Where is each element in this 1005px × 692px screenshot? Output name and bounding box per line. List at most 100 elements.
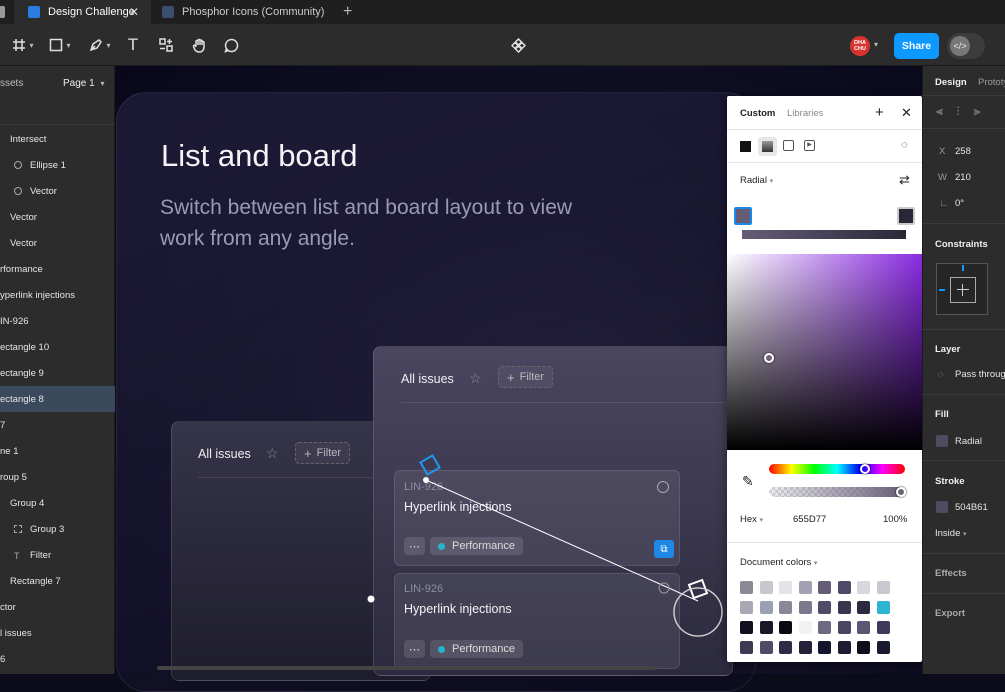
home-icon[interactable] — [0, 6, 5, 18]
document-color-swatch[interactable] — [876, 641, 890, 654]
layer-row[interactable]: 6 — [0, 646, 115, 672]
saturation-brightness-area[interactable] — [727, 254, 922, 450]
document-color-swatch[interactable] — [798, 621, 812, 634]
align-icons[interactable]: ⫷⫶⫸ — [936, 104, 995, 119]
effects-heading[interactable]: Effects — [935, 568, 967, 579]
gradient-stop-start[interactable] — [734, 207, 752, 225]
document-color-swatch[interactable] — [876, 581, 890, 594]
tab-custom[interactable]: Custom — [740, 108, 775, 119]
layer-row[interactable]: ectangle 8 — [0, 386, 115, 412]
stroke-position-select[interactable]: Inside ▾ — [935, 528, 967, 539]
document-colors-select[interactable]: Document colors ▾ — [740, 557, 817, 568]
gradient-type-select[interactable]: Radial ▾ — [740, 175, 773, 186]
hue-slider[interactable] — [769, 464, 905, 474]
assets-tab[interactable]: ssets — [0, 78, 23, 89]
layer-row[interactable]: roup 5 — [0, 464, 115, 490]
document-color-swatch[interactable] — [740, 621, 753, 634]
document-color-swatch[interactable] — [818, 601, 831, 614]
document-color-swatch[interactable] — [837, 601, 851, 614]
document-color-swatch[interactable] — [818, 621, 831, 634]
w-input[interactable]: 210 — [955, 172, 971, 183]
gradient-start-handle[interactable] — [419, 454, 441, 476]
layer-row[interactable]: Rectangle 7 — [0, 568, 115, 594]
document-color-swatch[interactable] — [857, 581, 870, 594]
gradient-start-point[interactable] — [423, 477, 429, 483]
document-color-swatch[interactable] — [818, 581, 831, 594]
tab-libraries[interactable]: Libraries — [787, 108, 823, 119]
document-color-swatch[interactable] — [798, 601, 812, 614]
document-color-swatch[interactable] — [740, 581, 753, 594]
layer-row[interactable]: T Filter — [0, 542, 115, 568]
dev-mode-toggle[interactable]: </> — [947, 33, 985, 59]
document-color-swatch[interactable] — [759, 621, 773, 634]
share-button[interactable]: Share — [894, 33, 939, 59]
resources-button[interactable] — [155, 32, 177, 58]
rotation-input[interactable]: 0° — [955, 198, 964, 209]
constraint-center-v[interactable] — [962, 284, 963, 296]
layer-row[interactable]: 7 — [0, 412, 115, 438]
layer-row[interactable]: ectangle 10 — [0, 334, 115, 360]
stroke-hex-input[interactable]: 504B61 — [955, 502, 988, 513]
gradient-stop-end[interactable] — [897, 207, 915, 225]
blend-mode-select[interactable]: Pass through — [955, 369, 1005, 380]
shape-tool-button[interactable]: ▾ — [45, 32, 75, 58]
document-color-swatch[interactable] — [818, 641, 831, 654]
gradient-fill-button[interactable] — [758, 137, 777, 156]
new-tab-plus-icon[interactable]: + — [343, 3, 352, 21]
blend-drop-icon[interactable]: ◌ — [901, 139, 908, 151]
layer-row[interactable]: l issues — [0, 620, 115, 646]
image-fill-icon[interactable] — [783, 140, 794, 151]
document-color-swatch[interactable] — [837, 581, 851, 594]
component-center-button[interactable] — [507, 32, 529, 58]
fill-type[interactable]: Radial — [955, 436, 982, 447]
tab-phosphor-icons[interactable]: Phosphor Icons (Community) — [152, 0, 334, 24]
document-color-swatch[interactable] — [740, 601, 753, 614]
comment-tool-button[interactable] — [220, 32, 242, 58]
document-color-swatch[interactable] — [837, 641, 851, 654]
layer-row[interactable]: ctor — [0, 594, 115, 620]
layer-row[interactable]: ne 1 — [0, 438, 115, 464]
layer-row[interactable]: Group 4 — [0, 490, 115, 516]
document-color-swatch[interactable] — [876, 621, 890, 634]
stroke-swatch[interactable] — [936, 501, 948, 513]
eyedropper-icon[interactable]: ✎ — [742, 473, 754, 490]
layer-row[interactable]: IN-926 — [0, 308, 115, 334]
page-selector[interactable]: Page 1 ▾ — [63, 78, 105, 89]
layer-row[interactable]: Vector — [0, 230, 115, 256]
document-color-swatch[interactable] — [798, 641, 812, 654]
layer-row[interactable]: ectangle 9 — [0, 360, 115, 386]
constraint-center-h[interactable] — [957, 289, 969, 290]
layer-row[interactable]: Intersect — [0, 126, 115, 152]
gradient-radius-handle[interactable] — [367, 595, 375, 603]
close-icon[interactable]: ✕ — [901, 105, 912, 121]
hex-input[interactable]: 655D77 — [793, 514, 826, 525]
opacity-slider-knob[interactable] — [896, 487, 906, 497]
layer-row[interactable]: yperlink injections — [0, 282, 115, 308]
document-color-swatch[interactable] — [779, 581, 792, 594]
text-tool-button[interactable]: T — [122, 32, 144, 58]
tab-design-challenge[interactable]: Design Challenge ✕ — [14, 0, 151, 24]
hand-tool-button[interactable] — [188, 32, 210, 58]
add-style-plus-icon[interactable]: + — [875, 104, 884, 121]
pen-tool-button[interactable]: ▾ — [84, 32, 116, 58]
document-color-swatch[interactable] — [857, 601, 870, 614]
layer-row[interactable]: Vector — [0, 178, 115, 204]
color-mode-select[interactable]: Hex ▾ — [740, 514, 763, 525]
swap-stops-icon[interactable]: ⇄ — [899, 172, 910, 188]
layer-row[interactable]: rformance — [0, 256, 115, 282]
document-color-swatch[interactable] — [857, 621, 870, 634]
color-picker-knob[interactable] — [764, 353, 774, 363]
document-color-swatch[interactable] — [876, 601, 890, 614]
constraint-top[interactable] — [962, 265, 964, 271]
avatar[interactable]: DHA CHU — [850, 36, 870, 56]
document-color-swatch[interactable] — [759, 581, 773, 594]
layer-row[interactable]: Vector — [0, 204, 115, 230]
opacity-input[interactable]: 100% — [883, 514, 907, 525]
layer-row[interactable]: Ellipse 1 — [0, 152, 115, 178]
document-color-swatch[interactable] — [779, 621, 792, 634]
chevron-down-icon[interactable]: ▾ — [874, 40, 878, 49]
video-fill-icon[interactable]: ▶ — [804, 140, 815, 151]
document-color-swatch[interactable] — [740, 641, 753, 654]
document-color-swatch[interactable] — [779, 601, 792, 614]
x-input[interactable]: 258 — [955, 146, 971, 157]
